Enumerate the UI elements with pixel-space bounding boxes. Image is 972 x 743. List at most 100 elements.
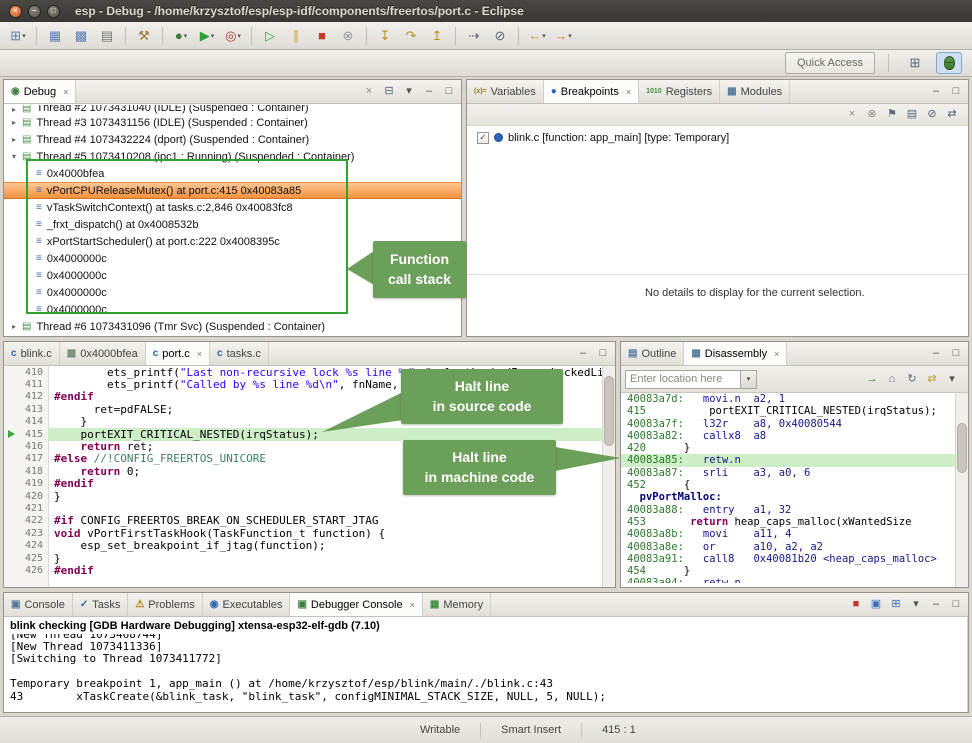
remove-all-breakpoints-button[interactable]: ⊗: [863, 106, 881, 124]
go-to-file-for-breakpoint-button[interactable]: ▤: [903, 106, 921, 124]
remove-selected-breakpoint-button[interactable]: ×: [843, 106, 861, 124]
maximize-view-button[interactable]: □: [947, 83, 965, 101]
tab-debug[interactable]: ◉Debug×: [4, 80, 76, 103]
thread-row[interactable]: ▸▤Thread #4 1073432224 (dport) (Suspende…: [4, 131, 461, 148]
external-tools-button[interactable]: ◎▾: [220, 25, 246, 47]
thread-row[interactable]: ▸▤Thread #3 1073431156 (IDLE) (Suspended…: [4, 114, 461, 131]
view-menu-button[interactable]: ▾: [907, 596, 925, 614]
refresh-button[interactable]: ↻: [903, 370, 921, 388]
debug-perspective-button[interactable]: [936, 52, 962, 74]
location-dropdown-icon[interactable]: ▾: [740, 371, 756, 388]
debug-button[interactable]: ●▾: [168, 25, 194, 47]
quick-access-button[interactable]: Quick Access: [785, 52, 875, 74]
back-button[interactable]: ←▾: [524, 25, 550, 47]
new-wizard-button[interactable]: ⊞▾: [5, 25, 31, 47]
close-tab-icon[interactable]: ×: [410, 600, 415, 610]
terminate-console-button[interactable]: ■: [847, 596, 865, 614]
tab-tasks-c[interactable]: ctasks.c: [210, 342, 269, 365]
open-perspective-button[interactable]: ⊞: [902, 52, 928, 74]
view-menu-button[interactable]: ▾: [943, 370, 961, 388]
save-all-button[interactable]: ▩: [68, 25, 94, 47]
view-menu-button[interactable]: ▾: [400, 83, 418, 101]
home-button[interactable]: ⌂: [883, 370, 901, 388]
step-over-button[interactable]: ↷: [398, 25, 424, 47]
tab-registers[interactable]: 1010Registers: [639, 80, 720, 103]
instruction-stepping-button[interactable]: ⇢: [461, 25, 487, 47]
maximize-view-button[interactable]: □: [947, 596, 965, 614]
collapse-all-button[interactable]: ⊟: [380, 83, 398, 101]
thread-row[interactable]: ▸▤Thread #6 1073431096 (Tmr Svc) (Suspen…: [4, 318, 461, 335]
minimize-view-button[interactable]: –: [927, 345, 945, 363]
locate-pc-button[interactable]: →: [863, 370, 881, 388]
skip-all-breakpoints-button[interactable]: ⊘: [487, 25, 513, 47]
stack-frame-row[interactable]: ≡vPortCPUReleaseMutex() at port.c:415 0x…: [4, 182, 461, 199]
window-maximize-button[interactable]: □: [47, 5, 60, 18]
minimize-view-button[interactable]: –: [574, 345, 592, 363]
tab-0x4000bfea[interactable]: ▩0x4000bfea: [60, 342, 146, 365]
expand-arrow-icon[interactable]: ▸: [8, 322, 20, 331]
expand-arrow-icon[interactable]: ▾: [8, 152, 20, 161]
maximize-view-button[interactable]: □: [594, 345, 612, 363]
disassembly-location-input[interactable]: [626, 371, 740, 388]
debug-thread-tree[interactable]: ▸▤Thread #2 1073431040 (IDLE) (Suspended…: [4, 104, 461, 336]
close-tab-icon[interactable]: ×: [197, 349, 202, 359]
expand-arrow-icon[interactable]: ▸: [8, 118, 20, 127]
breakpoints-list[interactable]: ✓blink.c [function: app_main] [type: Tem…: [467, 126, 968, 274]
skip-all-breakpoints-button[interactable]: ⊘: [923, 106, 941, 124]
thread-row[interactable]: ▾▤Thread #5 1073410208 (ipc1 : Running) …: [4, 148, 461, 165]
link-with-debug-button[interactable]: ⇄: [923, 370, 941, 388]
disassembly-listing[interactable]: 40083a7d: movi.n a2, 1415 portEXIT_CRITI…: [621, 393, 955, 587]
tab-outline[interactable]: ▤Outline: [621, 342, 684, 365]
disassembly-scrollbar-thumb[interactable]: [957, 423, 967, 473]
disconnect-button[interactable]: ⊗: [335, 25, 361, 47]
breakpoint-checkbox[interactable]: ✓: [477, 132, 489, 144]
minimize-view-button[interactable]: –: [927, 83, 945, 101]
tab-memory[interactable]: ▦Memory: [423, 593, 491, 616]
save-button[interactable]: ▦: [42, 25, 68, 47]
tab-console[interactable]: ▣Console: [4, 593, 73, 616]
tab-blink-c[interactable]: cblink.c: [4, 342, 60, 365]
minimize-view-button[interactable]: –: [927, 596, 945, 614]
expand-arrow-icon[interactable]: ▸: [8, 105, 20, 114]
editor-vertical-scrollbar[interactable]: [602, 366, 615, 587]
close-tab-icon[interactable]: ×: [774, 349, 779, 359]
console-vertical-scrollbar[interactable]: [967, 617, 968, 712]
step-return-button[interactable]: ↥: [424, 25, 450, 47]
step-into-button[interactable]: ↧: [372, 25, 398, 47]
display-selected-console-button[interactable]: ▣: [867, 596, 885, 614]
tab-breakpoints[interactable]: ●Breakpoints×: [544, 80, 639, 103]
close-tab-icon[interactable]: ×: [626, 87, 631, 97]
console-output[interactable]: blink checking [GDB Hardware Debugging] …: [4, 617, 968, 712]
stack-frame-row[interactable]: ≡_frxt_dispatch() at 0x4008532b: [4, 216, 461, 233]
tab-port-c[interactable]: cport.c×: [146, 342, 210, 365]
disassembly-vertical-scrollbar[interactable]: [955, 393, 968, 587]
suspend-button[interactable]: ∥: [283, 25, 309, 47]
terminate-button[interactable]: ■: [309, 25, 335, 47]
build-button[interactable]: ⚒: [131, 25, 157, 47]
forward-button[interactable]: →▾: [550, 25, 576, 47]
tab-disassembly[interactable]: ▦Disassembly×: [684, 342, 787, 365]
stack-frame-row[interactable]: ≡0x4000bfea: [4, 165, 461, 182]
stack-frame-row[interactable]: ≡0x4000000c: [4, 301, 461, 318]
close-tab-icon[interactable]: ×: [63, 87, 68, 97]
tab-problems[interactable]: ⚠Problems: [128, 593, 202, 616]
thread-row[interactable]: ▸▤Thread #2 1073431040 (IDLE) (Suspended…: [4, 105, 461, 114]
show-breakpoints-supported-button[interactable]: ⚑: [883, 106, 901, 124]
maximize-view-button[interactable]: □: [440, 83, 458, 101]
maximize-view-button[interactable]: □: [947, 345, 965, 363]
window-minimize-button[interactable]: –: [28, 5, 41, 18]
tab-modules[interactable]: ▦Modules: [720, 80, 790, 103]
breakpoint-row[interactable]: ✓blink.c [function: app_main] [type: Tem…: [467, 129, 968, 146]
minimize-view-button[interactable]: –: [420, 83, 438, 101]
expand-arrow-icon[interactable]: ▸: [8, 135, 20, 144]
open-console-button[interactable]: ⊞: [887, 596, 905, 614]
stack-frame-row[interactable]: ≡vTaskSwitchContext() at tasks.c:2,846 0…: [4, 199, 461, 216]
print-button[interactable]: ▤: [94, 25, 120, 47]
tab-debugger-console[interactable]: ▣Debugger Console×: [290, 593, 422, 616]
link-with-debug-view-button[interactable]: ⇄: [943, 106, 961, 124]
run-button[interactable]: ▶▾: [194, 25, 220, 47]
tab-executables[interactable]: ◉Executables: [203, 593, 291, 616]
remove-all-terminated-button[interactable]: ×: [360, 83, 378, 101]
resume-button[interactable]: ▷: [257, 25, 283, 47]
tab-tasks[interactable]: ✓Tasks: [73, 593, 129, 616]
